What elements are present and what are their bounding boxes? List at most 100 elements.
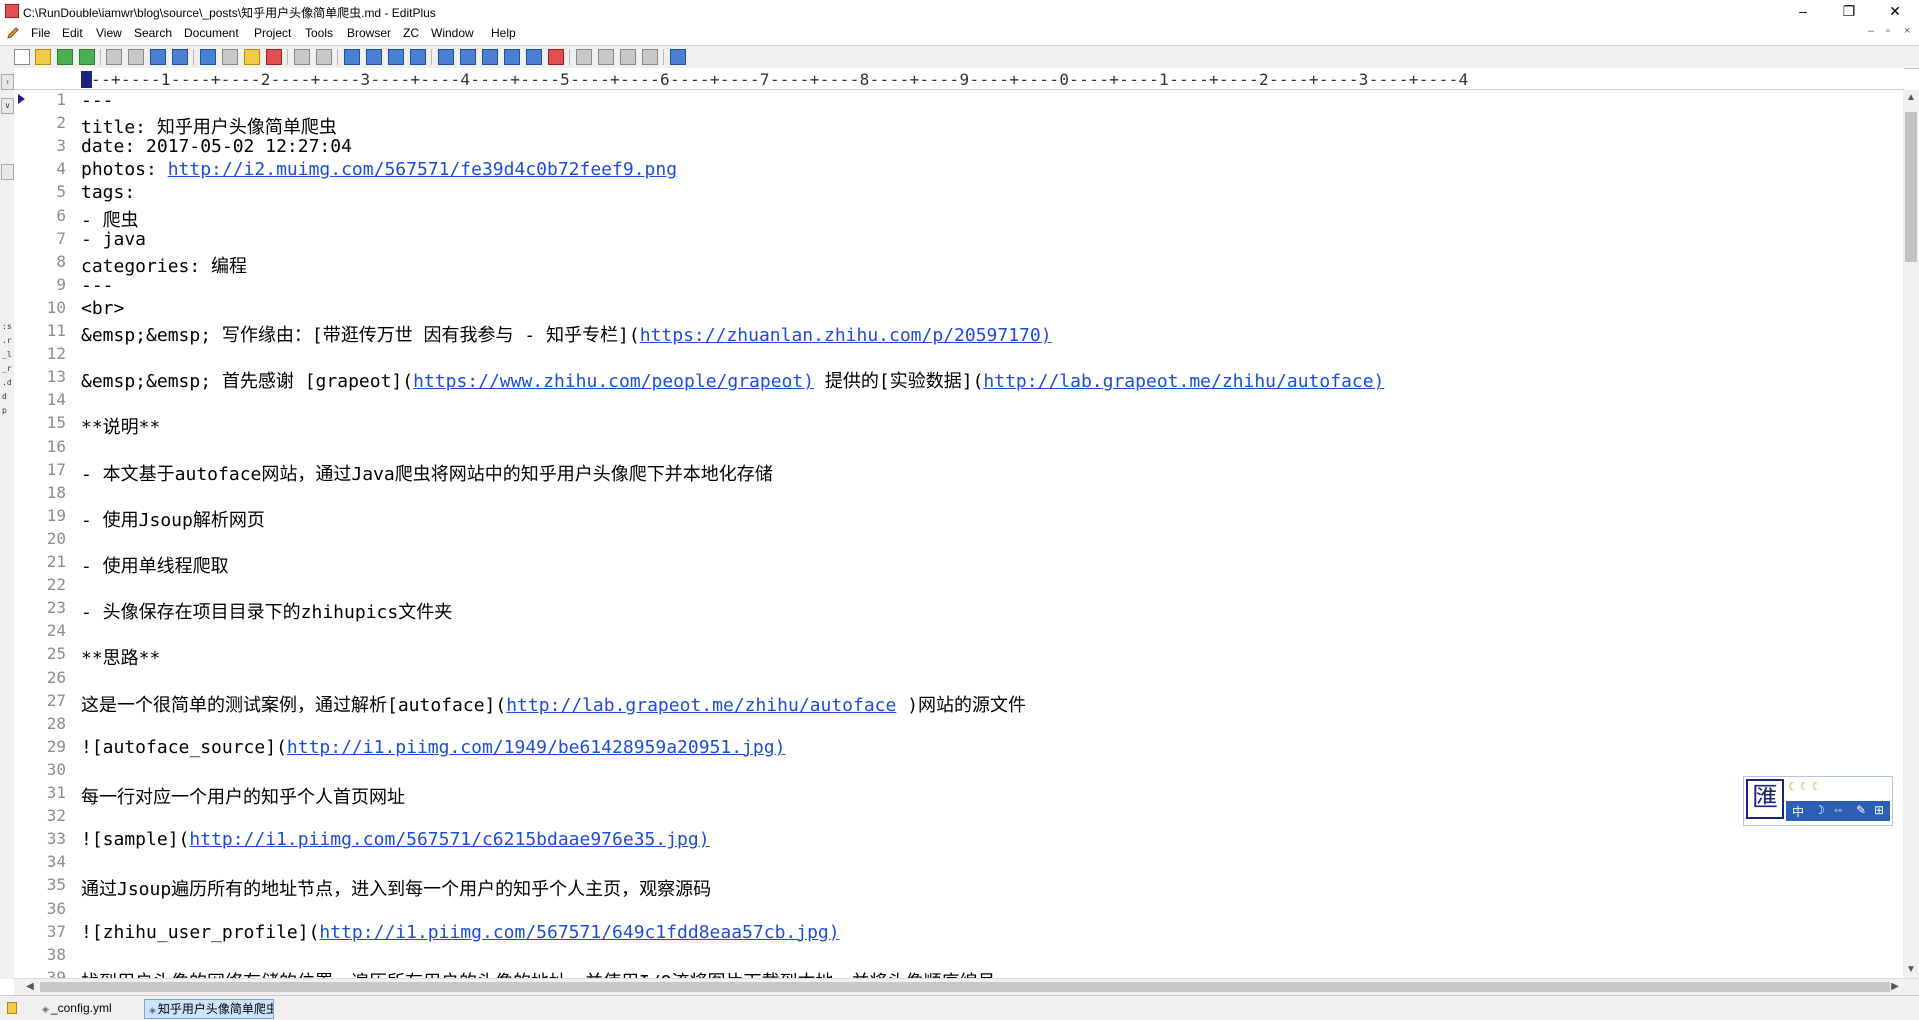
- folder-icon[interactable]: [3, 999, 23, 1017]
- scroll-up-icon[interactable]: ▲: [1903, 90, 1919, 106]
- code-line[interactable]: 22: [14, 575, 1900, 598]
- browser-icon[interactable]: [172, 49, 188, 65]
- mdi-minimize-button[interactable]: –: [1868, 25, 1874, 37]
- menu-tools[interactable]: Tools: [305, 26, 333, 40]
- replace-icon[interactable]: [366, 49, 382, 65]
- code-line[interactable]: 35 通过Jsoup遍历所有的地址节点，进入到每一个用户的知乎个人主页，观察源码: [14, 875, 1900, 901]
- line-text[interactable]: categories: 编程: [81, 252, 247, 278]
- code-line[interactable]: 33 ![sample](http://i1.piimg.com/567571/c…: [14, 829, 1900, 852]
- document-pen-icon[interactable]: [6, 26, 20, 40]
- tab-zhihu-md[interactable]: ◈知乎用户头像简单爬虫.md: [144, 999, 274, 1019]
- scroll-right-icon[interactable]: ▶: [1887, 979, 1903, 995]
- check-icon[interactable]: [548, 49, 564, 65]
- mdi-restore-button[interactable]: ▫: [1886, 25, 1890, 37]
- menu-edit[interactable]: Edit: [62, 26, 83, 40]
- url-link[interactable]: http://i1.piimg.com/567571/c6215bdaae976…: [189, 829, 709, 850]
- find-icon[interactable]: [344, 49, 360, 65]
- line-text[interactable]: - 本文基于autoface网站，通过Java爬虫将网站中的知乎用户头像爬下并本…: [81, 460, 773, 486]
- menu-file[interactable]: File: [31, 26, 50, 40]
- code-line[interactable]: 39 找到用户头像的网络存储的位置，遍历所有用户的头像的地址，并使用I/O流将图片…: [14, 968, 1900, 978]
- code-line[interactable]: 34: [14, 852, 1900, 875]
- code-line[interactable]: 38: [14, 945, 1900, 968]
- undo-icon[interactable]: [294, 49, 310, 65]
- minimize-button[interactable]: –: [1780, 0, 1826, 23]
- scroll-left-icon[interactable]: ◀: [22, 979, 38, 995]
- url-link[interactable]: http://lab.grapeot.me/zhihu/autoface: [506, 695, 896, 716]
- new-file-icon[interactable]: [14, 49, 30, 65]
- code-line[interactable]: 15 **说明**: [14, 413, 1900, 439]
- spellcheck-icon[interactable]: [150, 49, 166, 65]
- save-icon[interactable]: [57, 49, 73, 65]
- line-text[interactable]: **说明**: [81, 413, 160, 439]
- line-text[interactable]: <br>: [81, 298, 124, 319]
- menu-search[interactable]: Search: [134, 26, 172, 40]
- output-icon[interactable]: [620, 49, 636, 65]
- vertical-scrollbar[interactable]: ▲ ▼: [1903, 90, 1919, 978]
- line-text[interactable]: 通过Jsoup遍历所有的地址节点，进入到每一个用户的知乎个人主页，观察源码: [81, 875, 711, 901]
- file-list-label[interactable]: d: [2, 392, 7, 401]
- url-link[interactable]: https://www.zhihu.com/people/grapeot): [413, 371, 814, 392]
- line-text[interactable]: 找到用户头像的网络存储的位置，遍历所有用户的头像的地址，并使用I/O流将图片下载…: [81, 968, 996, 978]
- font-icon[interactable]: [438, 49, 454, 65]
- code-line[interactable]: 26: [14, 668, 1900, 691]
- code-line[interactable]: 32: [14, 806, 1900, 829]
- redo-icon[interactable]: [316, 49, 332, 65]
- goto-icon[interactable]: [410, 49, 426, 65]
- cliptext-icon[interactable]: [576, 49, 592, 65]
- code-line[interactable]: 10 <br>: [14, 298, 1900, 321]
- code-line[interactable]: 30: [14, 760, 1900, 783]
- file-list-label[interactable]: _l: [2, 350, 12, 359]
- code-line[interactable]: 18: [14, 483, 1900, 506]
- line-text[interactable]: ---: [81, 275, 114, 296]
- code-line[interactable]: 7 - java: [14, 229, 1900, 252]
- line-text[interactable]: **思路**: [81, 644, 160, 670]
- panel-chevron-icon[interactable]: ›: [1, 74, 14, 90]
- code-line[interactable]: 24: [14, 621, 1900, 644]
- text-editor[interactable]: 1 --- 2 title: 知乎用户头像简单爬虫 3 date: 2017-05-02 …: [14, 90, 1900, 978]
- code-line[interactable]: 8 categories: 编程: [14, 252, 1900, 278]
- code-line[interactable]: 23 - 头像保存在项目目录下的zhihupics文件夹: [14, 598, 1900, 624]
- file-list-label[interactable]: p: [2, 406, 7, 415]
- code-line[interactable]: 20: [14, 529, 1900, 552]
- file-list-label[interactable]: _r: [2, 364, 12, 373]
- line-text[interactable]: tags:: [81, 182, 135, 203]
- panel-dropdown-icon[interactable]: ∨: [1, 98, 14, 114]
- mdi-close-button[interactable]: ×: [1904, 25, 1910, 37]
- line-text[interactable]: photos: http://i2.muimg.com/567571/fe39d…: [81, 159, 677, 180]
- code-line[interactable]: 5 tags:: [14, 182, 1900, 205]
- code-line[interactable]: 31 每一行对应一个用户的知乎个人首页网址: [14, 783, 1900, 809]
- code-line[interactable]: 3 date: 2017-05-02 12:27:04: [14, 136, 1900, 159]
- menu-document[interactable]: Document: [184, 26, 239, 40]
- line-text[interactable]: ![zhihu_user_profile](http://i1.piimg.co…: [81, 922, 840, 943]
- code-line[interactable]: 2 title: 知乎用户头像简单爬虫: [14, 113, 1900, 138]
- code-line[interactable]: 21 - 使用单线程爬取: [14, 552, 1900, 578]
- line-text[interactable]: - 爬虫: [81, 206, 139, 232]
- line-text[interactable]: - 头像保存在项目目录下的zhihupics文件夹: [81, 598, 452, 624]
- editplus-app-icon[interactable]: [5, 4, 19, 18]
- line-text[interactable]: 每一行对应一个用户的知乎个人首页网址: [81, 783, 405, 809]
- code-line[interactable]: 14: [14, 390, 1900, 413]
- line-number-icon[interactable]: [504, 49, 520, 65]
- vertical-scroll-thumb[interactable]: [1905, 112, 1917, 262]
- ime-punctuation-icon[interactable]: ◦◦: [1834, 803, 1843, 817]
- code-line[interactable]: 12: [14, 344, 1900, 367]
- copy-icon[interactable]: [222, 49, 238, 65]
- code-line[interactable]: 27 这是一个很简单的测试案例，通过解析[autoface](http://lab…: [14, 691, 1900, 717]
- line-text[interactable]: 这是一个很简单的测试案例，通过解析[autoface](http://lab.g…: [81, 691, 1026, 717]
- ime-chinese-mode-button[interactable]: 中: [1792, 803, 1804, 820]
- panel-scroll-thumb[interactable]: [1, 164, 14, 180]
- print-icon[interactable]: [128, 49, 144, 65]
- code-line[interactable]: 4 photos: http://i2.muimg.com/567571/fe39…: [14, 159, 1900, 182]
- menu-project[interactable]: Project: [254, 26, 291, 40]
- line-text[interactable]: ---: [81, 90, 114, 111]
- paste-icon[interactable]: [244, 49, 260, 65]
- code-line[interactable]: 19 - 使用Jsoup解析网页: [14, 506, 1900, 531]
- menu-window[interactable]: Window: [431, 26, 474, 40]
- line-text[interactable]: ![sample](http://i1.piimg.com/567571/c62…: [81, 829, 710, 850]
- line-text[interactable]: - 使用单线程爬取: [81, 552, 229, 578]
- line-text[interactable]: ![autoface_source](http://i1.piimg.com/1…: [81, 737, 785, 758]
- code-line[interactable]: 28: [14, 714, 1900, 737]
- code-line[interactable]: 11 &emsp;&emsp; 写作缘由：[带逛传万世 因有我参与 - 知乎专栏]…: [14, 321, 1900, 346]
- code-line[interactable]: 9 ---: [14, 275, 1900, 298]
- line-text[interactable]: &emsp;&emsp; 首先感谢 [grapeot](https://www.…: [81, 367, 1384, 393]
